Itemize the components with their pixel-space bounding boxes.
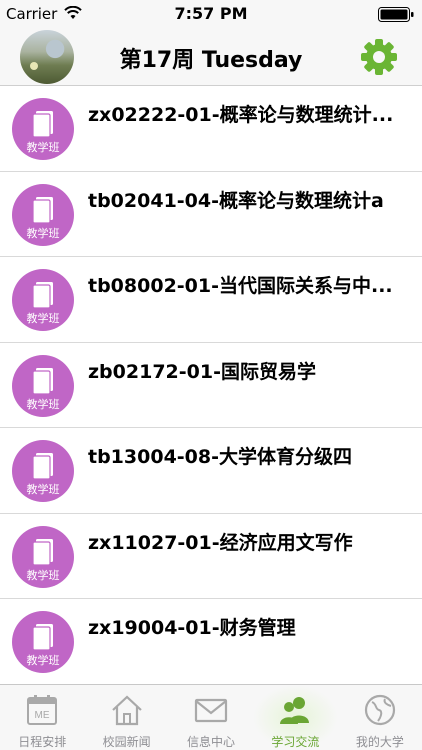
course-title: zb02172-01-国际贸易学 <box>88 360 316 383</box>
list-item[interactable]: 教学班 zx11027-01-经济应用文写作 <box>0 514 422 599</box>
tab-label: 日程安排 <box>18 735 67 749</box>
envelope-icon <box>194 698 228 723</box>
badge-label: 教学班 <box>26 568 60 582</box>
book-icon <box>32 538 53 566</box>
status-time: 7:57 PM <box>174 4 248 23</box>
tab-label: 信息中心 <box>187 735 236 749</box>
list-item[interactable]: 教学班 zx02222-01-概率论与数理统计... <box>0 86 422 172</box>
nav-bar: 第17周 Tuesday <box>0 28 422 86</box>
book-icon <box>32 624 53 651</box>
status-bar: Carrier 7:57 PM <box>0 0 422 28</box>
book-icon <box>32 282 53 309</box>
course-title: tb08002-01-当代国际关系与中... <box>88 275 393 297</box>
badge-label: 教学班 <box>26 654 60 667</box>
tab-bar: ME 日程安排 校园新闻 信息中心 学习交流 我的大学 <box>0 684 422 750</box>
globe-icon <box>364 694 395 726</box>
gear-icon[interactable] <box>358 36 400 78</box>
badge-label: 教学班 <box>26 226 60 240</box>
badge-label: 教学班 <box>26 483 60 496</box>
battery-icon <box>378 7 414 22</box>
course-title: tb02041-04-概率论与数理统计a <box>88 189 384 212</box>
book-icon <box>32 453 53 480</box>
calendar-icon: ME <box>27 695 58 725</box>
tab-messages[interactable]: 信息中心 <box>169 685 253 750</box>
badge-label: 教学班 <box>26 397 60 411</box>
course-title: zx02222-01-概率论与数理统计... <box>88 104 394 126</box>
course-title: zx11027-01-经济应用文写作 <box>88 531 353 554</box>
class-badge: 教学班 <box>12 525 74 588</box>
tab-my-university[interactable]: 我的大学 <box>338 685 422 750</box>
list-item[interactable]: 教学班 tb13004-08-大学体育分级四 <box>0 428 422 514</box>
tab-schedule[interactable]: ME 日程安排 <box>0 685 84 750</box>
class-badge: 教学班 <box>12 183 74 246</box>
house-icon <box>111 695 142 726</box>
tab-news[interactable]: 校园新闻 <box>84 685 168 750</box>
list-item[interactable]: 教学班 tb08002-01-当代国际关系与中... <box>0 257 422 343</box>
calendar-icon-text: ME <box>35 710 50 721</box>
tab-label: 校园新闻 <box>102 735 151 749</box>
list-item[interactable]: 教学班 tb02041-04-概率论与数理统计a <box>0 172 422 257</box>
list-item[interactable]: 教学班 zx19004-01-财务管理 <box>0 599 422 685</box>
book-icon <box>32 367 53 395</box>
badge-label: 教学班 <box>26 312 60 325</box>
people-icon <box>280 697 310 724</box>
class-badge: 教学班 <box>12 269 74 331</box>
class-badge: 教学班 <box>12 440 74 502</box>
course-title: tb13004-08-大学体育分级四 <box>88 446 352 468</box>
class-badge: 教学班 <box>12 354 74 417</box>
tab-label: 我的大学 <box>355 735 404 749</box>
list-item[interactable]: 教学班 zb02172-01-国际贸易学 <box>0 343 422 428</box>
tab-study[interactable]: 学习交流 <box>253 685 338 750</box>
book-icon <box>32 111 53 138</box>
class-badge: 教学班 <box>12 98 74 160</box>
tab-label: 学习交流 <box>271 735 320 749</box>
book-icon <box>32 196 53 224</box>
badge-label: 教学班 <box>26 141 60 154</box>
course-title: zx19004-01-财务管理 <box>88 617 296 639</box>
course-list: 教学班 zx02222-01-概率论与数理统计... 教学班 tb02041-0… <box>0 86 422 685</box>
class-badge: 教学班 <box>12 611 74 673</box>
